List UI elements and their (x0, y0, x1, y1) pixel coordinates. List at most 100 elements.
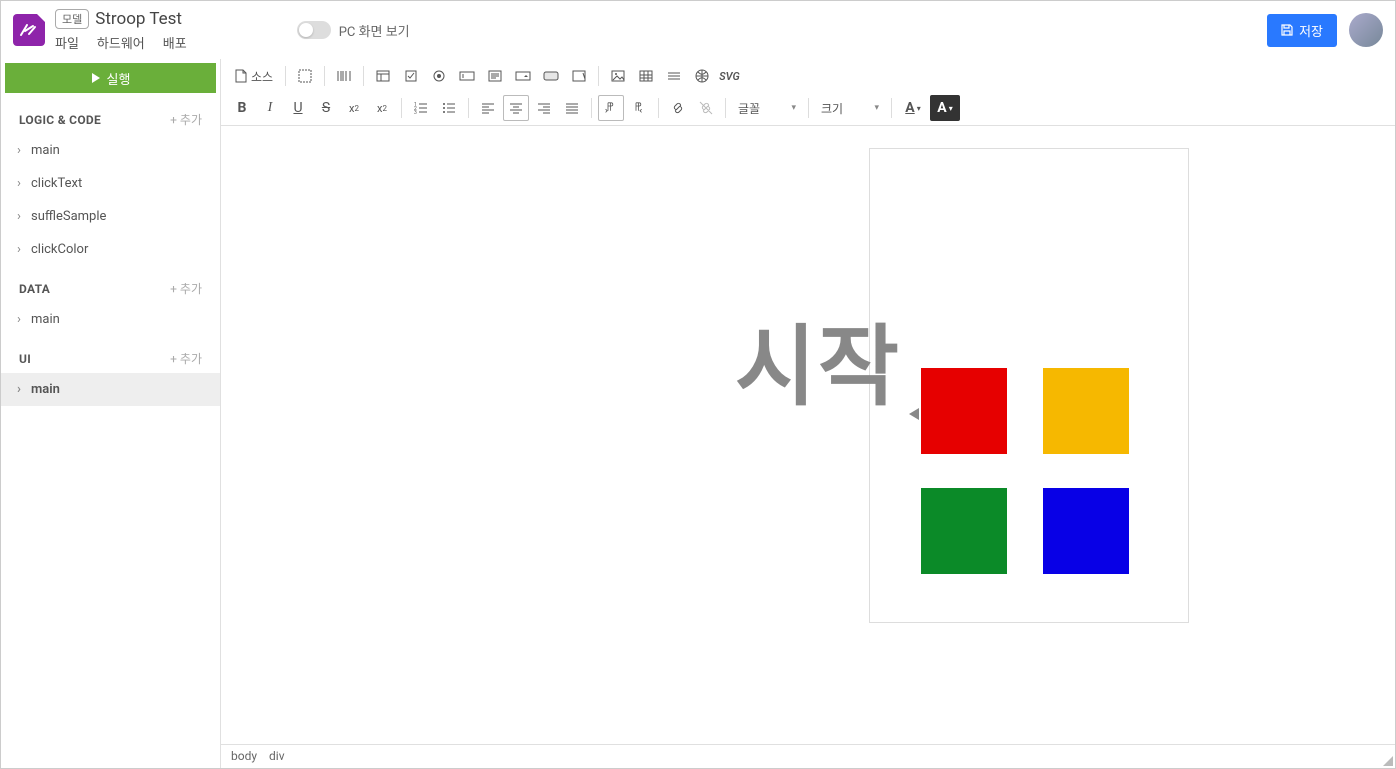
document-icon (235, 69, 247, 83)
separator (725, 98, 726, 118)
user-avatar[interactable] (1349, 13, 1383, 47)
title-group: 모델 Stroop Test 파일 하드웨어 배포 (55, 9, 187, 52)
run-button-label: 실행 (107, 69, 131, 88)
canvas-heading-text[interactable]: 시작 (735, 296, 901, 423)
textarea-button[interactable] (482, 63, 508, 89)
ui-item-main[interactable]: main (1, 373, 220, 406)
separator (591, 98, 592, 118)
separator (324, 66, 325, 86)
source-label: 소스 (251, 68, 273, 85)
section-title-data: DATA (19, 282, 50, 296)
text-color-button[interactable]: A▾ (898, 95, 928, 121)
unlink-button[interactable] (693, 95, 719, 121)
app-root: 모델 Stroop Test 파일 하드웨어 배포 PC 화면 보기 저장 (0, 0, 1396, 769)
separator (285, 66, 286, 86)
swatch-orange[interactable] (1043, 368, 1129, 454)
breadcrumb-body[interactable]: body (231, 749, 257, 764)
table-button[interactable] (633, 63, 659, 89)
section-header-logic: LOGIC & CODE + 추가 (1, 97, 220, 134)
size-dropdown[interactable]: 크기 (815, 96, 885, 120)
header: 모델 Stroop Test 파일 하드웨어 배포 PC 화면 보기 저장 (1, 1, 1395, 59)
add-data-button[interactable]: + 추가 (170, 280, 202, 297)
save-icon (1281, 24, 1293, 36)
separator (891, 98, 892, 118)
image-button[interactable] (605, 63, 631, 89)
menu-deploy[interactable]: 배포 (163, 33, 187, 52)
main-menu: 파일 하드웨어 배포 (55, 33, 187, 52)
app-icon (13, 14, 45, 46)
resize-handle-icon[interactable] (1383, 756, 1393, 766)
separator (598, 66, 599, 86)
template-button[interactable] (292, 63, 318, 89)
imagebutton-button[interactable] (566, 63, 592, 89)
select-button[interactable] (510, 63, 536, 89)
save-button[interactable]: 저장 (1267, 14, 1337, 47)
strike-button[interactable]: S (313, 95, 339, 121)
underline-button[interactable]: U (285, 95, 311, 121)
selection-marker-icon (909, 408, 919, 420)
font-dropdown[interactable]: 글꼴 (732, 96, 802, 120)
add-logic-button[interactable]: + 추가 (170, 111, 202, 128)
separator (401, 98, 402, 118)
data-item-main[interactable]: main (1, 303, 220, 336)
canvas[interactable]: 시작 (221, 126, 1395, 744)
source-button[interactable]: 소스 (229, 63, 279, 89)
pc-view-toggle-group: PC 화면 보기 (297, 21, 410, 40)
align-justify-button[interactable] (559, 95, 585, 121)
status-bar: body div (221, 744, 1395, 768)
device-frame (869, 148, 1189, 623)
toolbar: 소스 SVG (221, 59, 1395, 126)
swatch-red[interactable] (921, 368, 1007, 454)
logic-item-main[interactable]: main (1, 134, 220, 167)
run-button[interactable]: 실행 (5, 63, 216, 93)
menu-file[interactable]: 파일 (55, 33, 79, 52)
section-header-data: DATA + 추가 (1, 266, 220, 303)
align-left-button[interactable] (475, 95, 501, 121)
checkbox-button[interactable] (398, 63, 424, 89)
section-title-ui: UI (19, 352, 31, 366)
pc-view-toggle[interactable] (297, 21, 331, 39)
radio-button[interactable] (426, 63, 452, 89)
svg-button[interactable]: SVG (717, 63, 742, 89)
add-ui-button[interactable]: + 추가 (170, 350, 202, 367)
logic-item-sufflesample[interactable]: suffleSample (1, 200, 220, 233)
button-button[interactable] (538, 63, 564, 89)
project-title[interactable]: Stroop Test (95, 9, 182, 29)
model-badge: 모델 (55, 9, 89, 29)
superscript-button[interactable]: x2 (369, 95, 395, 121)
separator (363, 66, 364, 86)
bold-button[interactable]: B (229, 95, 255, 121)
swatch-blue[interactable] (1043, 488, 1129, 574)
align-center-button[interactable] (503, 95, 529, 121)
save-button-label: 저장 (1299, 21, 1323, 40)
separator (658, 98, 659, 118)
hr-button[interactable] (661, 63, 687, 89)
subscript-button[interactable]: x2 (341, 95, 367, 121)
section-header-ui: UI + 추가 (1, 336, 220, 373)
barcode-button[interactable] (331, 63, 357, 89)
section-title-logic: LOGIC & CODE (19, 113, 101, 127)
logic-item-clickcolor[interactable]: clickColor (1, 233, 220, 266)
swatch-green[interactable] (921, 488, 1007, 574)
logic-item-clicktext[interactable]: clickText (1, 167, 220, 200)
ul-button[interactable] (436, 95, 462, 121)
textfield-button[interactable] (454, 63, 480, 89)
ltr-button[interactable] (598, 95, 624, 121)
bg-color-button[interactable]: A▾ (930, 95, 960, 121)
ol-button[interactable]: 123 (408, 95, 434, 121)
breadcrumb-div[interactable]: div (269, 749, 285, 764)
separator (808, 98, 809, 118)
form-button[interactable] (370, 63, 396, 89)
rtl-button[interactable] (626, 95, 652, 121)
globe-button[interactable] (689, 63, 715, 89)
align-right-button[interactable] (531, 95, 557, 121)
svg-text:3: 3 (414, 110, 417, 114)
body: 실행 LOGIC & CODE + 추가 main clickText suff… (1, 59, 1395, 768)
play-icon (91, 73, 101, 83)
menu-hardware[interactable]: 하드웨어 (97, 33, 145, 52)
separator (468, 98, 469, 118)
pc-view-label: PC 화면 보기 (339, 21, 410, 40)
link-button[interactable] (665, 95, 691, 121)
italic-button[interactable]: I (257, 95, 283, 121)
editor: 소스 SVG (221, 59, 1395, 768)
